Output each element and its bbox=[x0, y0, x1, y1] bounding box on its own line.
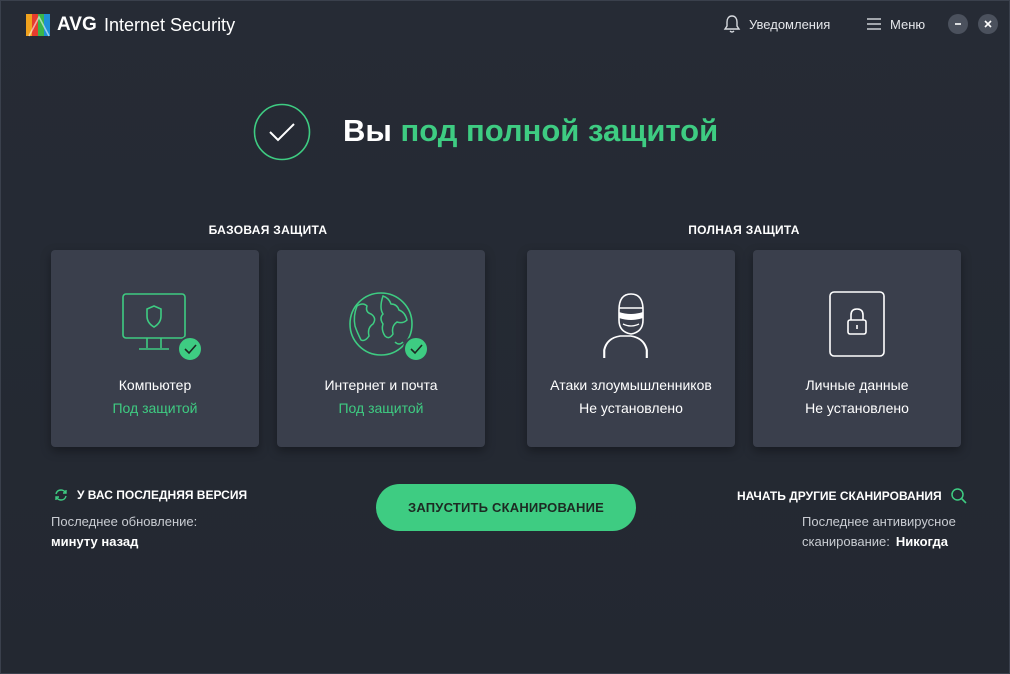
last-scan-label: сканирование: bbox=[802, 534, 890, 549]
last-scan-label-line2: сканирование: Никогда bbox=[802, 534, 948, 549]
close-button[interactable] bbox=[978, 14, 998, 34]
monitor-shield-icon bbox=[122, 293, 203, 362]
card-status: Не установлено bbox=[805, 400, 909, 416]
search-icon bbox=[950, 488, 967, 504]
avg-logo-icon bbox=[26, 14, 50, 37]
lock-icon bbox=[829, 291, 885, 357]
title-bar: AVG Internet Security Уведомления Меню bbox=[1, 1, 1009, 49]
update-status-header[interactable]: У ВАС ПОСЛЕДНЯЯ ВЕРСИЯ bbox=[53, 488, 247, 502]
run-scan-button[interactable]: ЗАПУСТИТЬ СКАНИРОВАНИЕ bbox=[376, 484, 636, 531]
card-computer[interactable]: Компьютер Под защитой bbox=[51, 250, 259, 447]
card-name: Интернет и почта bbox=[324, 377, 438, 393]
last-update-label: Последнее обновление: bbox=[51, 514, 198, 529]
update-header-label: У ВАС ПОСЛЕДНЯЯ ВЕРСИЯ bbox=[77, 488, 248, 502]
minimize-button[interactable] bbox=[948, 14, 968, 34]
card-status: Под защитой bbox=[112, 400, 198, 416]
other-scans-link[interactable]: НАЧАТЬ ДРУГИЕ СКАНИРОВАНИЯ bbox=[737, 487, 968, 505]
card-name: Атаки злоумышленников bbox=[550, 377, 712, 393]
status-title-prefix: Вы bbox=[343, 113, 392, 148]
menu-label: Меню bbox=[890, 16, 926, 32]
notifications-button[interactable]: Уведомления bbox=[723, 13, 830, 35]
menu-button[interactable]: Меню bbox=[866, 13, 925, 35]
card-internet-email[interactable]: Интернет и почта Под защитой bbox=[277, 250, 485, 447]
notifications-label: Уведомления bbox=[749, 16, 831, 32]
card-hacker-attacks[interactable]: Атаки злоумышленников Не установлено bbox=[527, 250, 735, 447]
card-status: Не установлено bbox=[579, 400, 683, 416]
minimize-icon bbox=[955, 23, 961, 25]
last-update-value: минуту назад bbox=[51, 534, 139, 549]
status-title-highlight: под полной защитой bbox=[400, 113, 719, 148]
last-scan-label-line1: Последнее антивирусное bbox=[802, 514, 956, 529]
full-protection-header: ПОЛНАЯ ЗАЩИТА bbox=[688, 223, 800, 237]
app-window: AVG Internet Security Уведомления Меню В… bbox=[0, 0, 1010, 674]
card-status: Под защитой bbox=[338, 400, 424, 416]
bell-icon bbox=[723, 15, 741, 33]
protection-status-title: Вы под полной защитой bbox=[343, 113, 718, 149]
product-name: Internet Security bbox=[104, 15, 236, 35]
card-personal-data[interactable]: Личные данные Не установлено bbox=[753, 250, 961, 447]
basic-protection-header: БАЗОВАЯ ЗАЩИТА bbox=[208, 223, 328, 237]
close-icon bbox=[984, 20, 992, 28]
last-scan-value: Никогда bbox=[895, 534, 948, 549]
hacker-icon bbox=[603, 293, 648, 358]
brand-name: AVG bbox=[57, 14, 97, 35]
card-name: Личные данные bbox=[805, 377, 909, 393]
other-scans-label: НАЧАТЬ ДРУГИЕ СКАНИРОВАНИЯ bbox=[737, 489, 942, 503]
hamburger-icon bbox=[867, 18, 881, 30]
protected-check-icon bbox=[253, 103, 311, 161]
card-name: Компьютер bbox=[118, 377, 192, 393]
refresh-icon bbox=[55, 489, 67, 501]
globe-icon bbox=[349, 292, 429, 362]
